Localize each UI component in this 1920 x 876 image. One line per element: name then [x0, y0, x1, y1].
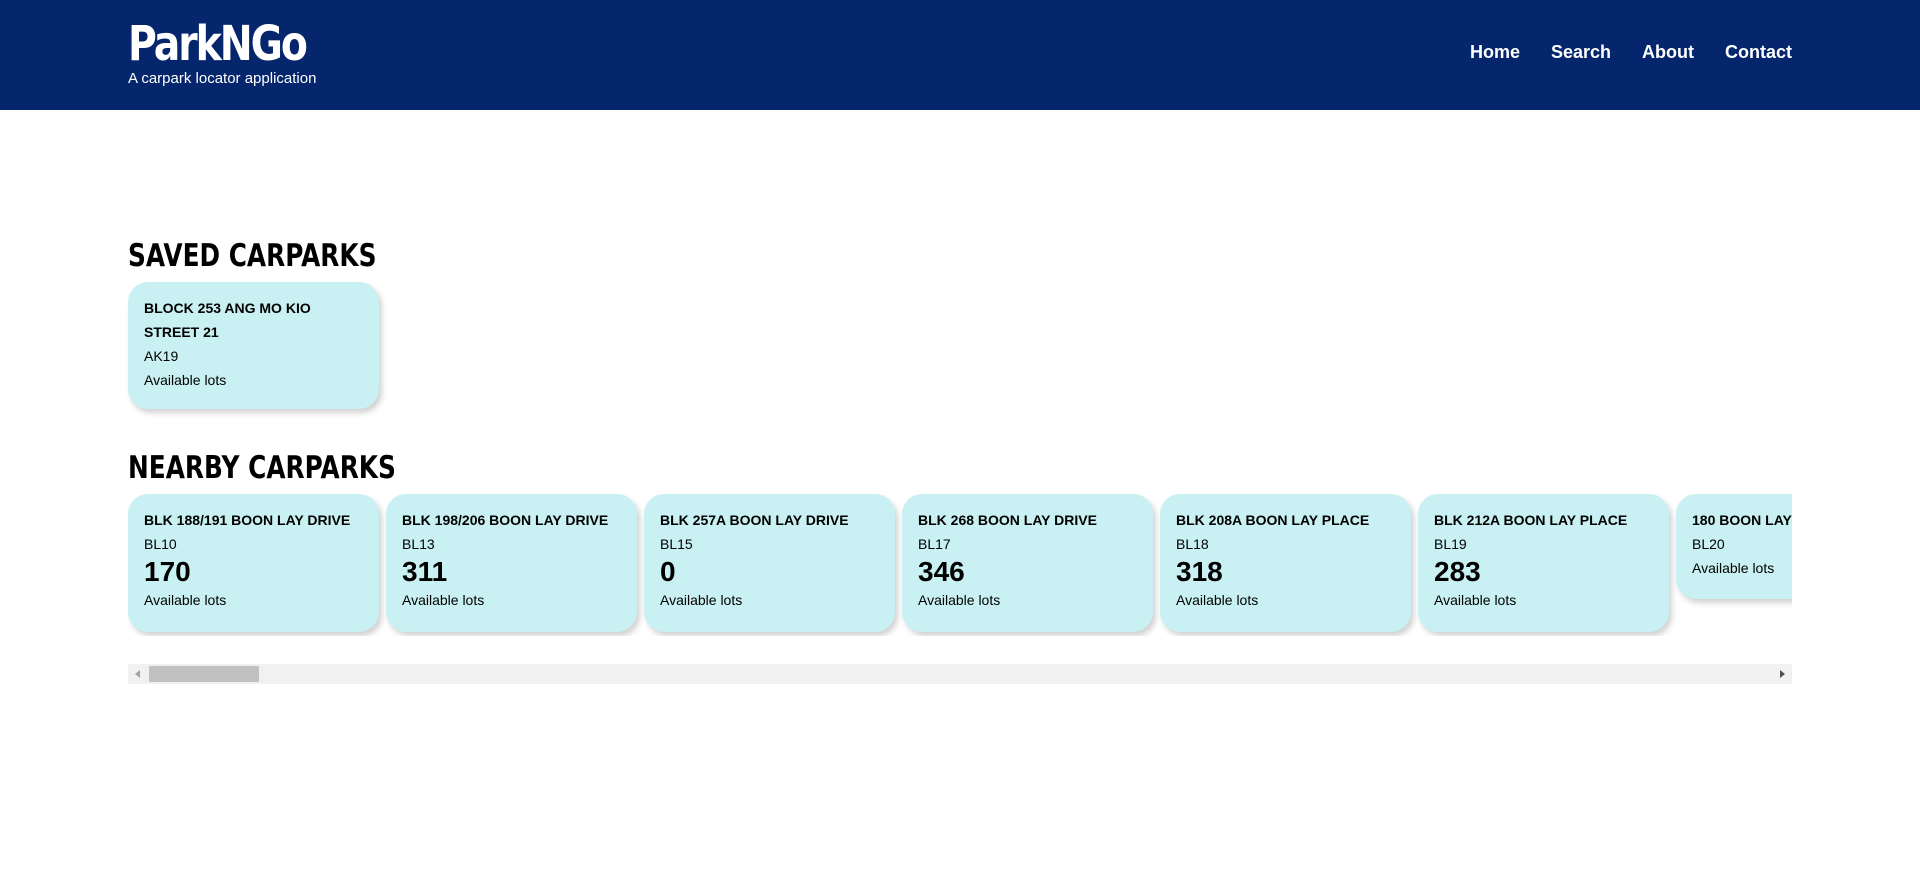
available-lots-label: Available lots: [1434, 592, 1517, 608]
carpark-code: BL15: [660, 536, 693, 552]
site-header: ParkNGo A carpark locator application Ho…: [0, 0, 1920, 110]
nearby-carpark-card[interactable]: BLK 188/191 BOON LAY DRIVE BL10 170 Avai…: [128, 494, 379, 632]
carpark-code: BL19: [1434, 536, 1467, 552]
available-lots-label: Available lots: [1176, 592, 1259, 608]
carpark-name: BLK 212A BOON LAY PLACE: [1434, 512, 1628, 528]
available-lots-label: Available lots: [1692, 560, 1775, 576]
available-lots-count: 0: [660, 556, 676, 587]
available-lots-label: Available lots: [144, 592, 227, 608]
brand-title[interactable]: ParkNGo: [128, 16, 308, 72]
nearby-carparks-heading: NEARBY CARPARKS: [128, 450, 396, 486]
nearby-carpark-card[interactable]: BLK 257A BOON LAY DRIVE BL15 0 Available…: [644, 494, 895, 632]
brand[interactable]: ParkNGo A carpark locator application: [128, 16, 345, 87]
scroll-left-arrow-icon[interactable]: [128, 664, 148, 684]
nav-home-link[interactable]: Home: [1470, 42, 1520, 63]
carpark-name: BLK 198/206 BOON LAY DRIVE: [402, 512, 609, 528]
available-lots-label: Available lots: [660, 592, 743, 608]
carpark-name: BLK 188/191 BOON LAY DRIVE: [144, 512, 351, 528]
nearby-carpark-card[interactable]: 180 BOON LAY BL20 Available lots: [1676, 494, 1792, 599]
carpark-code: BL18: [1176, 536, 1209, 552]
nearby-carpark-card[interactable]: BLK 212A BOON LAY PLACE BL19 283 Availab…: [1418, 494, 1669, 632]
carpark-code: BL13: [402, 536, 435, 552]
carpark-name: 180 BOON LAY: [1692, 512, 1792, 528]
nearby-carpark-card[interactable]: BLK 198/206 BOON LAY DRIVE BL13 311 Avai…: [386, 494, 637, 632]
carpark-name: BLOCK 253 ANG MO KIO STREET 21: [144, 300, 311, 340]
saved-carparks-heading: SAVED CARPARKS: [128, 238, 377, 274]
nav-about-link[interactable]: About: [1642, 42, 1694, 63]
available-lots-count: 170: [144, 556, 191, 587]
carpark-name: BLK 257A BOON LAY DRIVE: [660, 512, 849, 528]
available-lots-label: Available lots: [918, 592, 1001, 608]
nearby-carpark-card[interactable]: BLK 268 BOON LAY DRIVE BL17 346 Availabl…: [902, 494, 1153, 632]
main-nav: Home Search About Contact: [1470, 42, 1792, 63]
available-lots-label: Available lots: [144, 372, 227, 388]
saved-carpark-card[interactable]: BLOCK 253 ANG MO KIO STREET 21 AK19 Avai…: [128, 282, 379, 409]
available-lots-count: 311: [402, 556, 448, 587]
carpark-code: BL20: [1692, 536, 1725, 552]
available-lots-label: Available lots: [402, 592, 485, 608]
scroll-right-arrow-icon[interactable]: [1772, 664, 1792, 684]
available-lots-count: 346: [918, 556, 965, 587]
carpark-code: AK19: [144, 348, 179, 364]
horizontal-scrollbar[interactable]: [128, 664, 1792, 684]
brand-subtitle: A carpark locator application: [128, 70, 317, 87]
carpark-code: BL17: [918, 536, 951, 552]
available-lots-count: 318: [1176, 556, 1223, 587]
nearby-carpark-card[interactable]: BLK 208A BOON LAY PLACE BL18 318 Availab…: [1160, 494, 1411, 632]
nav-search-link[interactable]: Search: [1551, 42, 1611, 63]
scrollbar-thumb[interactable]: [149, 666, 259, 682]
carpark-name: BLK 208A BOON LAY PLACE: [1176, 512, 1370, 528]
available-lots-count: 283: [1434, 556, 1481, 587]
nearby-carparks-scroller[interactable]: BLK 188/191 BOON LAY DRIVE BL10 170 Avai…: [128, 494, 1792, 636]
carpark-name: BLK 268 BOON LAY DRIVE: [918, 512, 1097, 528]
nav-contact-link[interactable]: Contact: [1725, 42, 1792, 63]
carpark-code: BL10: [144, 536, 177, 552]
